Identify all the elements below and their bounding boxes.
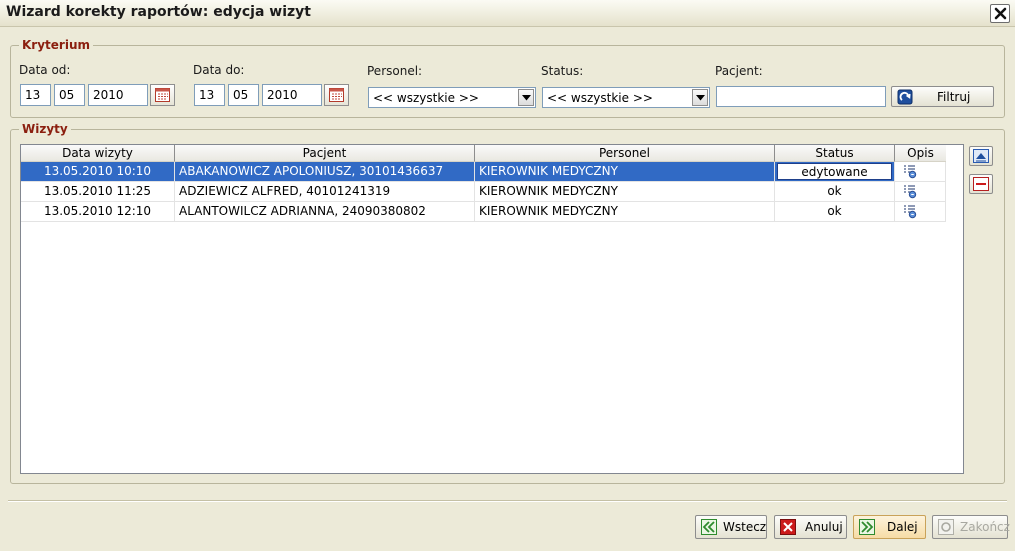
date-from-calendar-button[interactable]	[150, 84, 175, 106]
pacjent-input[interactable]	[716, 86, 886, 107]
cell-description[interactable]	[895, 202, 946, 222]
move-up-button[interactable]	[969, 146, 993, 166]
cancel-button-label: Anuluj	[805, 520, 843, 534]
cell-date: 13.05.2010 12:10	[21, 202, 175, 222]
close-button[interactable]	[990, 4, 1010, 23]
personel-select-value: << wszystkie >>	[373, 91, 479, 105]
wizyty-legend: Wizyty	[22, 122, 68, 136]
cell-date: 13.05.2010 11:25	[21, 182, 175, 202]
cell-status[interactable]: ok	[775, 182, 895, 202]
title-bar: Wizard korekty raportów: edycja wizyt	[0, 0, 1015, 27]
cell-description[interactable]	[895, 182, 946, 202]
finish-button-label: Zakończ	[960, 520, 1010, 534]
cell-staff: KIEROWNIK MEDYCZNY	[475, 182, 775, 202]
note-icon	[904, 165, 917, 179]
date-to-day[interactable]: 13	[194, 84, 225, 106]
cell-description[interactable]	[895, 162, 946, 182]
column-header-status[interactable]: Status	[775, 145, 895, 162]
date-from-day[interactable]: 13	[20, 84, 51, 106]
back-button-label: Wstecz	[723, 520, 767, 534]
move-up-icon	[973, 149, 989, 163]
status-select[interactable]: << wszystkie >>	[542, 87, 710, 108]
remove-icon	[973, 177, 989, 191]
window-title: Wizard korekty raportów: edycja wizyt	[6, 4, 311, 20]
status-select-value: << wszystkie >>	[547, 91, 653, 105]
cell-patient: ALANTOWILCZ ADRIANNA, 24090380802	[175, 202, 475, 222]
finish-button[interactable]: Zakończ	[932, 515, 1010, 539]
date-from-label: Data od:	[19, 63, 71, 77]
back-arrow-icon	[701, 519, 717, 535]
cell-patient: ADZIEWICZ ALFRED, 40101241319	[175, 182, 475, 202]
visits-table[interactable]: Data wizyty Pacjent Personel Status Opis…	[20, 144, 964, 474]
cell-patient: ABAKANOWICZ APOLONIUSZ, 30101436637	[175, 162, 475, 182]
cell-status[interactable]: edytowane	[775, 162, 895, 182]
date-to-calendar-button[interactable]	[324, 84, 349, 106]
status-label: Status:	[541, 64, 584, 78]
finish-icon	[938, 519, 954, 535]
pacjent-label: Pacjent:	[715, 64, 763, 78]
filter-button-label: Filtruj	[937, 90, 971, 104]
personel-dropdown-arrow[interactable]	[518, 89, 534, 106]
next-button[interactable]: Dalej	[853, 515, 926, 539]
column-header-staff[interactable]: Personel	[475, 145, 775, 162]
chevron-down-icon	[696, 95, 705, 101]
status-editor[interactable]: edytowane	[777, 163, 892, 180]
filter-icon	[897, 89, 913, 105]
cancel-button[interactable]: Anuluj	[774, 515, 847, 539]
footer-separator	[8, 500, 1007, 502]
table-row[interactable]: 13.05.2010 12:10 ALANTOWILCZ ADRIANNA, 2…	[21, 202, 946, 222]
remove-row-button[interactable]	[969, 174, 993, 194]
close-icon	[994, 7, 1007, 20]
cancel-icon	[780, 519, 796, 535]
column-header-description[interactable]: Opis	[895, 145, 946, 162]
next-button-label: Dalej	[887, 520, 918, 534]
cell-date: 13.05.2010 10:10	[21, 162, 175, 182]
back-button[interactable]: Wstecz	[695, 515, 767, 539]
date-to-label: Data do:	[193, 63, 245, 77]
filter-button[interactable]: Filtruj	[891, 86, 994, 107]
date-to-year[interactable]: 2010	[262, 84, 322, 106]
chevron-down-icon	[522, 95, 531, 101]
table-row[interactable]: 13.05.2010 11:25 ADZIEWICZ ALFRED, 40101…	[21, 182, 946, 202]
next-arrow-icon	[859, 519, 875, 535]
table-row[interactable]: 13.05.2010 10:10 ABAKANOWICZ APOLONIUSZ,…	[21, 162, 946, 182]
date-to-month[interactable]: 05	[228, 84, 259, 106]
cell-staff: KIEROWNIK MEDYCZNY	[475, 202, 775, 222]
note-icon	[904, 205, 917, 219]
calendar-icon	[329, 88, 344, 102]
personel-select[interactable]: << wszystkie >>	[368, 87, 536, 108]
date-from-year[interactable]: 2010	[88, 84, 148, 106]
cell-staff: KIEROWNIK MEDYCZNY	[475, 162, 775, 182]
cell-status[interactable]: ok	[775, 202, 895, 222]
column-header-date[interactable]: Data wizyty	[21, 145, 175, 162]
kryterium-legend: Kryterium	[22, 38, 90, 52]
calendar-icon	[155, 88, 170, 102]
status-dropdown-arrow[interactable]	[692, 89, 708, 106]
date-from-month[interactable]: 05	[54, 84, 85, 106]
column-header-patient[interactable]: Pacjent	[175, 145, 475, 162]
note-icon	[904, 185, 917, 199]
personel-label: Personel:	[367, 64, 423, 78]
